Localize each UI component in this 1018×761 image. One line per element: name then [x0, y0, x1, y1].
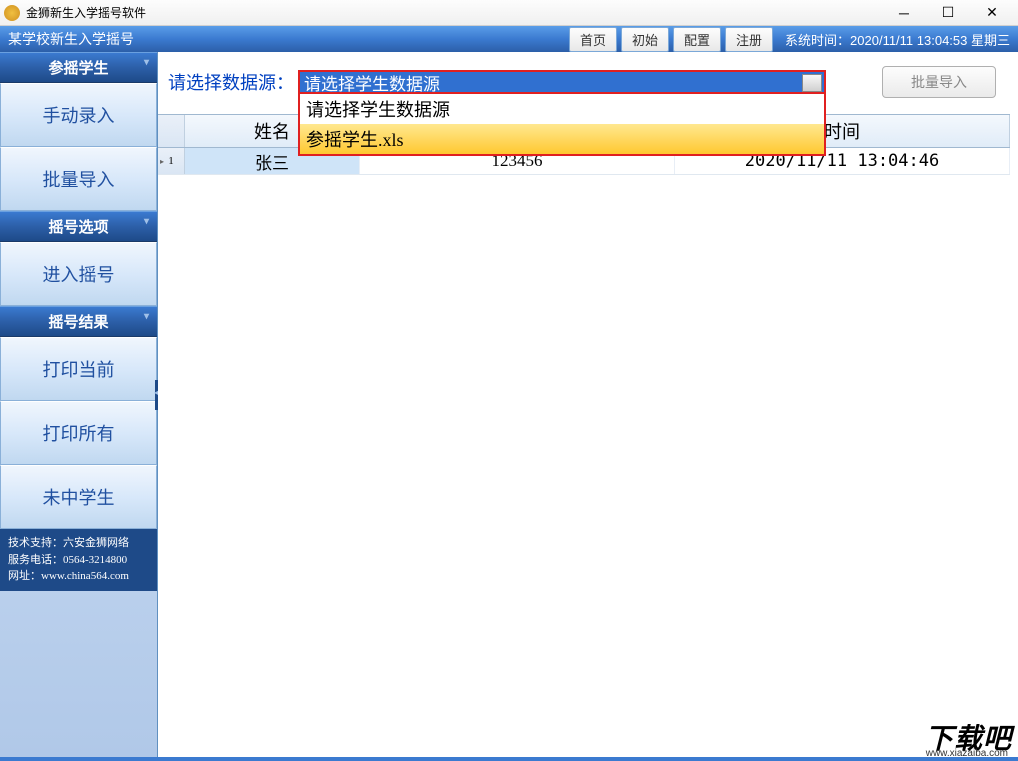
sidebar-btn-batch-import[interactable]: 批量导入	[0, 147, 157, 211]
datasource-row: 请选择数据源： 请选择学生数据源 请选择学生数据源 参摇学生.xls 批量导入	[158, 52, 1018, 108]
app-icon	[4, 5, 20, 21]
info-phone: 服务电话：0564-3214800	[8, 552, 149, 569]
batch-import-button[interactable]: 批量导入	[882, 66, 996, 98]
datasource-select-wrap: 请选择学生数据源 请选择学生数据源 参摇学生.xls	[298, 70, 826, 94]
maximize-button[interactable]: ☐	[926, 1, 970, 25]
window-titlebar: 金狮新生入学摇号软件 ─ ☐ ✕	[0, 0, 1018, 26]
app-title: 某学校新生入学摇号	[8, 29, 569, 49]
window-controls: ─ ☐ ✕	[882, 1, 1014, 25]
datasource-label: 请选择数据源：	[168, 69, 294, 95]
sidebar-info: 技术支持：六安金狮网络 服务电话：0564-3214800 网址：www.chi…	[0, 529, 157, 591]
watermark-url: www.xiazaiba.com	[926, 748, 1008, 759]
config-button[interactable]: 配置	[673, 27, 721, 52]
minimize-button[interactable]: ─	[882, 1, 926, 25]
app-header: 某学校新生入学摇号 首页 初始 配置 注册 系统时间：2020/11/11 13…	[0, 26, 1018, 52]
sidebar-btn-not-selected[interactable]: 未中学生	[0, 465, 157, 529]
sidebar-btn-print-current[interactable]: 打印当前	[0, 337, 157, 401]
sidebar-group-options[interactable]: 摇号选项	[0, 211, 157, 242]
datasource-select[interactable]: 请选择学生数据源	[298, 70, 826, 94]
content-area: 请选择数据源： 请选择学生数据源 请选择学生数据源 参摇学生.xls 批量导入 …	[158, 52, 1018, 761]
datasource-option[interactable]: 请选择学生数据源	[300, 94, 824, 124]
header-buttons: 首页 初始 配置 注册	[569, 27, 773, 52]
main-area: 参摇学生 手动录入 批量导入 摇号选项 进入摇号 摇号结果 打印当前 打印所有 …	[0, 52, 1018, 761]
info-support: 技术支持：六安金狮网络	[8, 535, 149, 552]
sidebar-btn-print-all[interactable]: 打印所有	[0, 401, 157, 465]
home-button[interactable]: 首页	[569, 27, 617, 52]
init-button[interactable]: 初始	[621, 27, 669, 52]
system-time: 系统时间：2020/11/11 13:04:53 星期三	[785, 30, 1010, 49]
chevron-down-icon	[809, 79, 817, 84]
datasource-dropdown: 请选择学生数据源 参摇学生.xls	[298, 92, 826, 156]
info-site: 网址：www.china564.com	[8, 568, 149, 585]
sidebar-btn-manual-entry[interactable]: 手动录入	[0, 83, 157, 147]
col-rownum	[158, 115, 185, 147]
bottom-border	[0, 757, 1018, 761]
sidebar-group-students[interactable]: 参摇学生	[0, 52, 157, 83]
window-title: 金狮新生入学摇号软件	[26, 4, 882, 21]
close-button[interactable]: ✕	[970, 1, 1014, 25]
sidebar: 参摇学生 手动录入 批量导入 摇号选项 进入摇号 摇号结果 打印当前 打印所有 …	[0, 52, 158, 761]
sidebar-btn-enter-lottery[interactable]: 进入摇号	[0, 242, 157, 306]
cell-rownum: 1	[158, 148, 185, 174]
sidebar-group-results[interactable]: 摇号结果	[0, 306, 157, 337]
datasource-option[interactable]: 参摇学生.xls	[300, 124, 824, 154]
register-button[interactable]: 注册	[725, 27, 773, 52]
